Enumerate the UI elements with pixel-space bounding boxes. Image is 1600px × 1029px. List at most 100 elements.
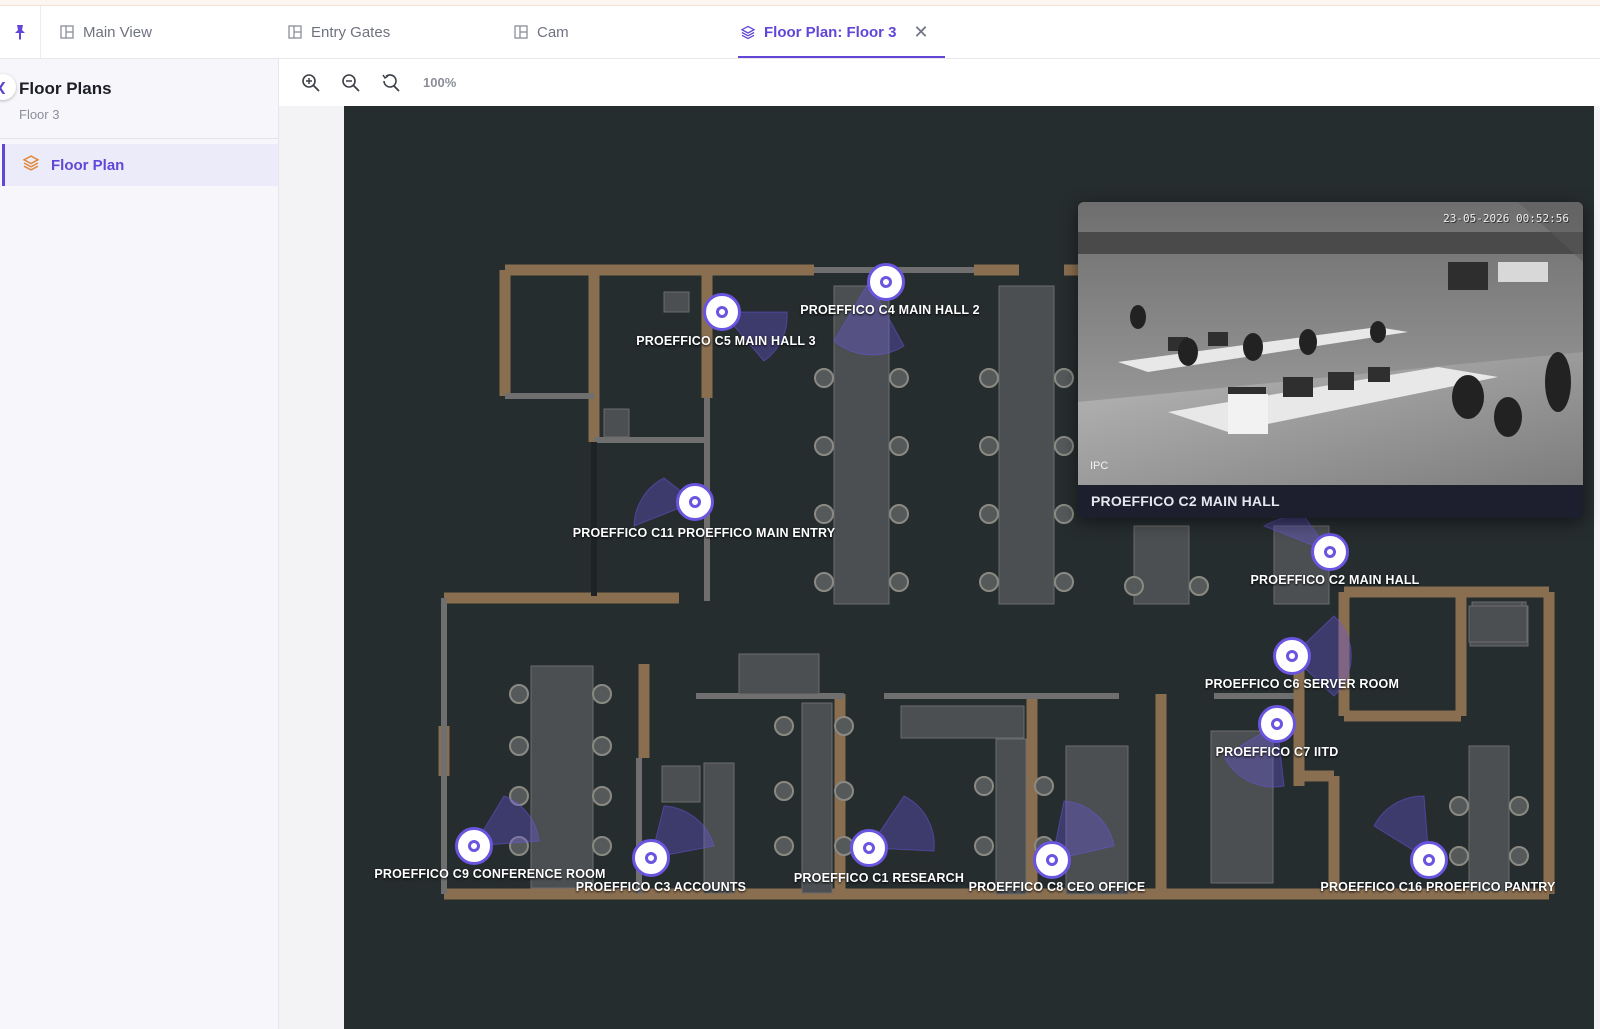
chair-shape: [509, 736, 529, 756]
camera-icon: [645, 852, 657, 864]
chair-shape: [814, 436, 834, 456]
layout-icon: [514, 25, 528, 39]
camera-c3-marker[interactable]: [632, 839, 670, 877]
chair-shape: [1189, 576, 1209, 596]
tab-cam[interactable]: Cam: [514, 6, 569, 58]
camera-label: PROEFFICO C2 MAIN HALL: [1250, 573, 1420, 587]
zoom-out-icon: [342, 73, 360, 92]
sidebar-title: Floor Plans: [19, 79, 112, 98]
tab-main-view[interactable]: Main View: [60, 6, 152, 58]
camera-icon: [880, 276, 892, 288]
camera-c8-marker[interactable]: [1033, 841, 1071, 879]
camera-icon: [863, 842, 875, 854]
chair-shape: [834, 781, 854, 801]
sidebar: ❮ Floor Plans Floor 3 Floor Plan: [0, 59, 279, 1029]
sidebar-item-floor-plan[interactable]: Floor Plan: [2, 144, 278, 186]
camera-label: PROEFFICO C7 IITD: [1215, 745, 1339, 759]
zoom-in-icon: [302, 73, 320, 92]
zoom-in-button[interactable]: [297, 69, 325, 97]
camera-c1-marker[interactable]: [850, 829, 888, 867]
feed-timestamp: 23-05-2026 00:52:56: [1443, 212, 1569, 225]
camera-icon: [689, 496, 701, 508]
map-toolbar: 100%: [279, 59, 1600, 106]
camera-label: PROEFFICO C3 ACCOUNTS: [575, 880, 747, 894]
chair-shape: [1449, 796, 1469, 816]
chair-shape: [889, 572, 909, 592]
pin-icon[interactable]: [0, 6, 41, 58]
layers-icon: [741, 25, 755, 40]
tab-label: Entry Gates: [311, 23, 391, 41]
chair-shape: [592, 836, 612, 856]
camera-icon: [1423, 854, 1435, 866]
active-tab-indicator: [738, 56, 945, 58]
chair-shape: [509, 684, 529, 704]
chair-shape: [979, 436, 999, 456]
camera-icon: [468, 840, 480, 852]
chair-shape: [1054, 504, 1074, 524]
camera-c11-marker[interactable]: [676, 483, 714, 521]
chevron-left-icon: ❮: [0, 80, 7, 94]
chair-shape: [774, 716, 794, 736]
camera-icon: [1271, 718, 1283, 730]
chair-shape: [1054, 436, 1074, 456]
chair-shape: [974, 776, 994, 796]
camera-icon: [1286, 650, 1298, 662]
tab-bar: Main View Entry Gates Cam Floor Plan: Fl…: [0, 6, 1600, 59]
camera-c4-marker[interactable]: [867, 263, 905, 301]
camera-label: PROEFFICO C8 CEO OFFICE: [968, 880, 1146, 894]
layout-icon: [288, 25, 302, 39]
chair-shape: [592, 786, 612, 806]
chair-shape: [1509, 796, 1529, 816]
camera-label: PROEFFICO C16 PROEFFICO PANTRY: [1320, 880, 1556, 894]
camera-preview-popup[interactable]: 23-05-2026 00:52:56 IPC PROEFFICO C2 MAI…: [1078, 202, 1583, 518]
chair-shape: [1124, 576, 1144, 596]
chair-shape: [889, 368, 909, 388]
chair-shape: [814, 368, 834, 388]
camera-icon: [716, 306, 728, 318]
camera-c2-marker[interactable]: [1311, 533, 1349, 571]
sidebar-divider: [0, 138, 278, 139]
close-tab-icon[interactable]: ✕: [914, 22, 929, 43]
layers-icon: [22, 155, 40, 175]
sidebar-item-label: Floor Plan: [51, 156, 125, 174]
camera-label: PROEFFICO C4 MAIN HALL 2: [800, 303, 980, 317]
camera-c6-marker[interactable]: [1273, 637, 1311, 675]
tab-floor-plan[interactable]: Floor Plan: Floor 3 ✕: [741, 6, 929, 58]
chair-shape: [834, 716, 854, 736]
chair-shape: [1449, 846, 1469, 866]
camera-c9-marker[interactable]: [455, 827, 493, 865]
tab-label: Floor Plan: Floor 3: [764, 23, 897, 41]
camera-icon: [1046, 854, 1058, 866]
camera-label: PROEFFICO C9 CONFERENCE ROOM: [374, 867, 606, 881]
zoom-out-button[interactable]: [337, 69, 365, 97]
camera-c5-marker[interactable]: [703, 293, 741, 331]
chair-shape: [592, 736, 612, 756]
tab-label: Cam: [537, 23, 569, 41]
chair-shape: [814, 504, 834, 524]
chair-shape: [1054, 368, 1074, 388]
chair-shape: [814, 572, 834, 592]
sidebar-subtitle: Floor 3: [19, 107, 60, 122]
tab-entry-gates[interactable]: Entry Gates: [288, 6, 390, 58]
camera-icon: [1324, 546, 1336, 558]
camera-c7-marker[interactable]: [1258, 705, 1296, 743]
collapse-sidebar-button[interactable]: ❮: [0, 74, 16, 100]
layout-icon: [60, 25, 74, 39]
popup-camera-title: PROEFFICO C2 MAIN HALL: [1091, 493, 1280, 509]
camera-c16-marker[interactable]: [1410, 841, 1448, 879]
camera-label: PROEFFICO C5 MAIN HALL 3: [636, 334, 816, 348]
chair-shape: [1034, 776, 1054, 796]
feed-overlay-label: IPC: [1090, 460, 1109, 472]
chair-shape: [889, 436, 909, 456]
camera-video-feed[interactable]: 23-05-2026 00:52:56 IPC: [1078, 202, 1583, 485]
reset-zoom-button[interactable]: [377, 69, 405, 97]
chair-shape: [774, 836, 794, 856]
chair-shape: [974, 836, 994, 856]
camera-label: PROEFFICO C6 SERVER ROOM: [1204, 677, 1400, 691]
chair-shape: [592, 684, 612, 704]
zoom-level: 100%: [423, 75, 457, 90]
chair-shape: [979, 504, 999, 524]
chair-shape: [979, 572, 999, 592]
chair-shape: [1054, 572, 1074, 592]
chair-shape: [889, 504, 909, 524]
